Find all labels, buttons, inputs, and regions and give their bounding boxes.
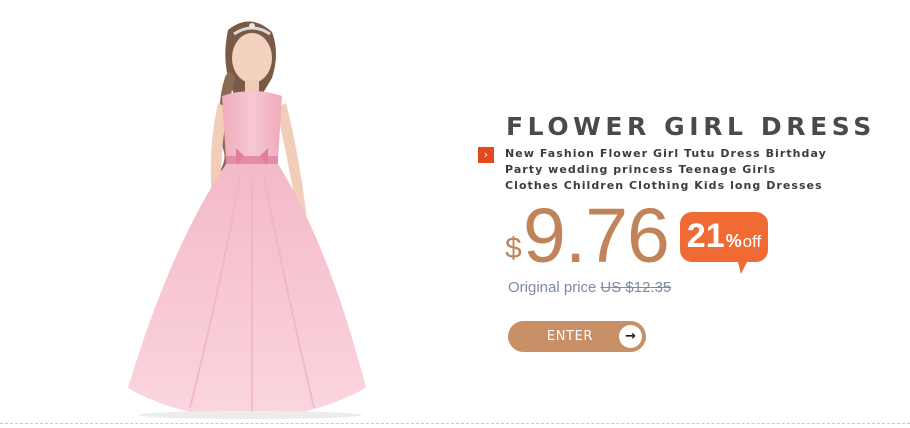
description-line: Party wedding princess Teenage Girls	[505, 163, 777, 176]
enter-button-label: ENTER	[546, 329, 594, 344]
description-line: New Fashion Flower Girl Tutu Dress Birth…	[505, 147, 827, 160]
original-price-value: US $12.35	[600, 279, 672, 296]
product-title: FLOWER GIRL DRESS	[506, 112, 876, 141]
original-price-label: Original price	[508, 279, 597, 296]
dashed-divider	[0, 423, 910, 424]
product-description: New Fashion Flower Girl Tutu Dress Birth…	[505, 146, 835, 194]
discount-badge: 21 % off	[680, 212, 768, 262]
arrow-right-icon: →	[619, 325, 642, 348]
chevron-right-icon: ›	[478, 147, 494, 163]
product-banner[interactable]: FLOWER GIRL DRESS › New Fashion Flower G…	[0, 0, 910, 428]
product-image[interactable]	[110, 8, 390, 420]
discount-percent: %	[725, 231, 742, 251]
currency-symbol: $	[505, 232, 522, 265]
discount-number: 21	[686, 217, 725, 255]
original-price: Original price US $12.35	[508, 279, 671, 296]
enter-button[interactable]: ENTER →	[508, 321, 646, 352]
sale-price: 9.76	[523, 193, 670, 279]
description-line: Clothes Children Clothing Kids long Dres…	[505, 179, 823, 192]
badge-tail	[737, 258, 749, 274]
discount-off: off	[742, 232, 762, 251]
